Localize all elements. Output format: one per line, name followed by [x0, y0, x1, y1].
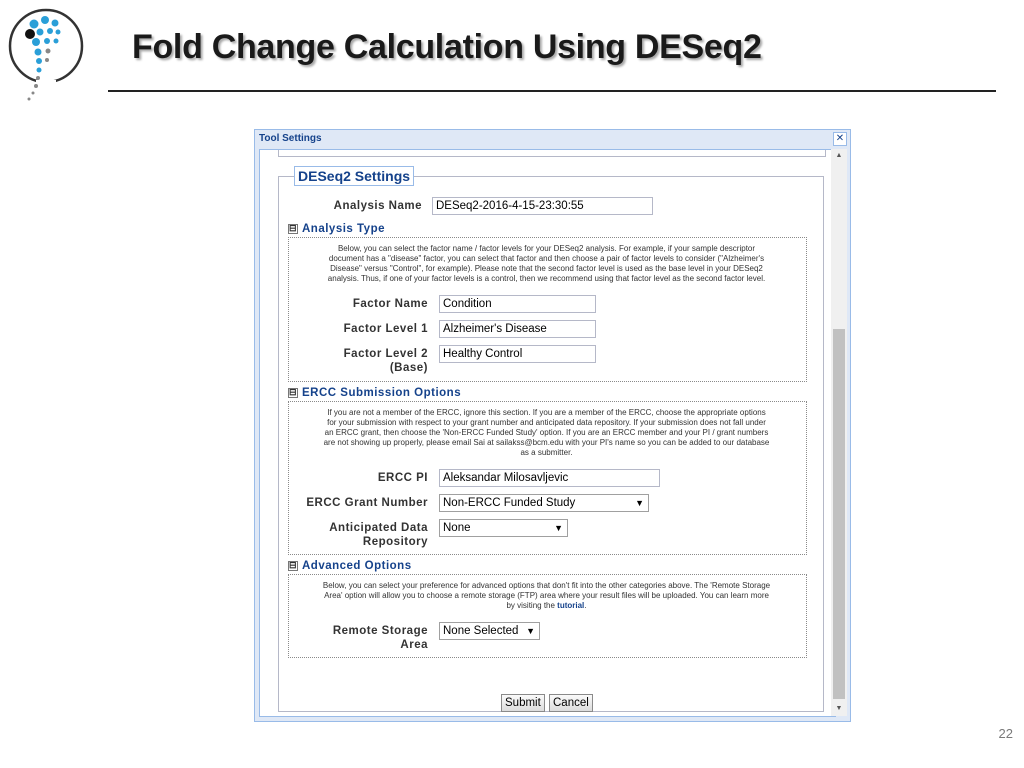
factor-level-1-input[interactable]: Alzheimer's Disease	[439, 320, 596, 338]
factor-level-2-label: Factor Level 2 (Base)	[343, 348, 428, 374]
cancel-button[interactable]: Cancel	[549, 694, 593, 712]
ercc-grant-value: Non-ERCC Funded Study	[443, 497, 576, 509]
scroll-down-icon[interactable]: ▼	[831, 702, 847, 716]
tool-settings-dialog: Tool Settings ✕ DESeq2 Settings Analysis…	[254, 129, 851, 722]
vertical-scrollbar[interactable]: ▲ ▼	[831, 149, 847, 716]
analysis-type-header[interactable]: ⊟ Analysis Type	[288, 223, 385, 235]
factor-level-1-label: Factor Level 1	[343, 323, 428, 335]
logo	[8, 8, 84, 102]
factor-level-2-input[interactable]: Healthy Control	[439, 345, 596, 363]
advanced-options-description: Below, you can select your preference fo…	[322, 581, 771, 610]
deseq2-settings-legend: DESeq2 Settings	[294, 166, 415, 186]
ercc-options-title: ERCC Submission Options	[302, 387, 462, 399]
chevron-down-icon: ▼	[526, 626, 535, 636]
dialog-body: DESeq2 Settings Analysis Name DESeq2-201…	[259, 149, 836, 717]
ercc-pi-input[interactable]: Aleksandar Milosavljevic	[439, 469, 660, 487]
tutorial-link[interactable]: tutorial	[557, 601, 584, 610]
remote-storage-value: None Selected	[443, 625, 519, 637]
ercc-grant-select[interactable]: Non-ERCC Funded Study ▼	[439, 494, 649, 512]
advanced-options-title: Advanced Options	[302, 560, 412, 572]
ercc-options-header[interactable]: ⊟ ERCC Submission Options	[288, 387, 461, 399]
ercc-pi-label: ERCC PI	[377, 472, 428, 484]
analysis-name-label: Analysis Name	[333, 200, 422, 212]
dialog-title: Tool Settings	[259, 133, 322, 144]
collapse-icon[interactable]: ⊟	[288, 388, 298, 398]
collapse-icon[interactable]: ⊟	[288, 224, 298, 234]
remote-storage-select[interactable]: None Selected ▼	[439, 622, 540, 640]
scroll-up-icon[interactable]: ▲	[831, 149, 847, 163]
advanced-options-header[interactable]: ⊟ Advanced Options	[288, 560, 412, 572]
previous-section-edge	[278, 150, 826, 157]
ercc-options-description: If you are not a member of the ERCC, ign…	[323, 408, 770, 457]
submit-button[interactable]: Submit	[501, 694, 545, 712]
chevron-down-icon: ▼	[554, 523, 563, 533]
factor-name-label: Factor Name	[352, 298, 428, 310]
anticipated-repository-select[interactable]: None ▼	[439, 519, 568, 537]
close-icon[interactable]: ✕	[833, 132, 847, 146]
anticipated-repository-value: None	[443, 522, 471, 534]
anticipated-repository-label: Anticipated Data Repository	[329, 522, 428, 548]
remote-storage-label: Remote Storage Area	[332, 625, 428, 651]
chevron-down-icon: ▼	[635, 498, 644, 508]
collapse-icon[interactable]: ⊟	[288, 561, 298, 571]
analysis-name-input[interactable]: DESeq2-2016-4-15-23:30:55	[432, 197, 653, 215]
analysis-type-title: Analysis Type	[302, 223, 385, 235]
page-number: 22	[998, 726, 1013, 741]
ercc-grant-label: ERCC Grant Number	[306, 497, 428, 509]
scrollbar-thumb[interactable]	[833, 329, 845, 699]
title-divider	[108, 90, 996, 92]
analysis-type-description: Below, you can select the factor name / …	[327, 244, 766, 283]
factor-name-input[interactable]: Condition	[439, 295, 596, 313]
dialog-header: Tool Settings ✕	[255, 130, 850, 148]
slide-title: Fold Change Calculation Using DESeq2	[132, 28, 762, 66]
